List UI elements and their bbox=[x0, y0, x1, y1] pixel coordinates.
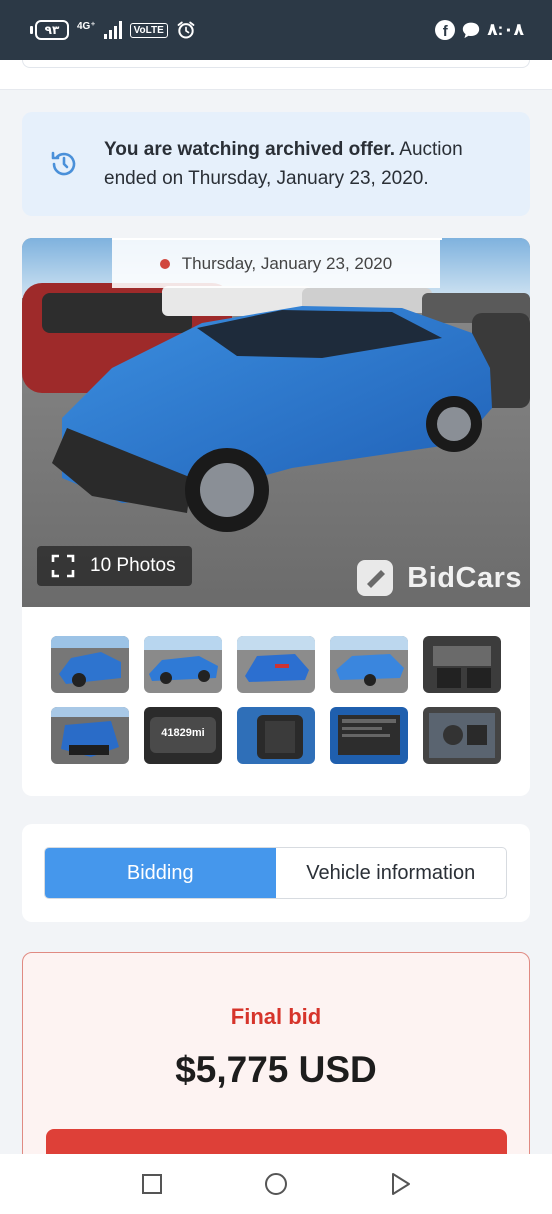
tab-vehicle-information[interactable]: Vehicle information bbox=[276, 848, 507, 898]
archived-offer-notice: You are watching archived offer. Auction… bbox=[22, 112, 530, 216]
back-triangle-icon[interactable] bbox=[387, 1171, 413, 1197]
thumbnail[interactable] bbox=[423, 636, 501, 693]
main-car-photo[interactable]: Thursday, January 23, 2020 10 Photos Bid… bbox=[22, 238, 530, 607]
thumbnail[interactable] bbox=[423, 707, 501, 764]
alarm-icon bbox=[177, 21, 195, 39]
photos-count-label: 10 Photos bbox=[90, 555, 176, 576]
battery-icon: ٩٣ bbox=[30, 20, 69, 40]
battery-level: ٩٣ bbox=[35, 20, 69, 40]
facebook-icon: f bbox=[435, 20, 456, 40]
thumbnail[interactable] bbox=[330, 707, 408, 764]
status-right: f ٨:٠٨ bbox=[435, 20, 524, 40]
thumbnail[interactable] bbox=[237, 636, 315, 693]
notice-text: You are watching archived offer. Auction… bbox=[104, 135, 510, 193]
thumbnail-odometer[interactable]: 41829mi bbox=[144, 707, 222, 764]
odometer-reading: 41829mi bbox=[161, 727, 205, 739]
fullscreen-icon bbox=[51, 554, 75, 578]
recents-square-icon[interactable] bbox=[139, 1171, 165, 1197]
bidcars-logo-icon bbox=[357, 560, 394, 596]
tab-switcher: Bidding Vehicle information bbox=[44, 847, 507, 899]
final-bid-value: $5,775 USD bbox=[175, 1049, 377, 1090]
bidcars-watermark: BidCars bbox=[355, 558, 522, 598]
clock: ٨:٠٨ bbox=[487, 20, 524, 39]
watermark-text: BidCars bbox=[407, 561, 522, 594]
thumbnail-grid: 41829mi bbox=[51, 636, 501, 764]
thumbnail[interactable] bbox=[330, 636, 408, 693]
thumbnail[interactable] bbox=[144, 636, 222, 693]
network-type: 4G⁺ bbox=[77, 21, 96, 32]
tab-bidding[interactable]: Bidding bbox=[45, 848, 276, 898]
photo-gallery-card: Thursday, January 23, 2020 10 Photos Bid… bbox=[22, 238, 530, 796]
history-icon bbox=[51, 151, 76, 176]
auction-date-pill: Thursday, January 23, 2020 bbox=[112, 240, 440, 288]
status-dot-icon bbox=[159, 259, 170, 269]
auction-date: Thursday, January 23, 2020 bbox=[181, 254, 393, 273]
tabs-card: Bidding Vehicle information bbox=[22, 824, 530, 922]
previous-section-remnant bbox=[0, 60, 552, 90]
view-photos-button[interactable]: 10 Photos bbox=[37, 546, 192, 586]
notice-bold: You are watching archived offer. bbox=[104, 139, 396, 160]
final-bid-label: Final bid bbox=[230, 1004, 322, 1029]
thumbnail[interactable] bbox=[51, 636, 129, 693]
status-bar: ٩٣ 4G⁺ VoLTE f ٨:٠٨ bbox=[0, 0, 552, 60]
volte-badge: VoLTE bbox=[129, 22, 168, 38]
chat-bubble-icon bbox=[463, 22, 480, 39]
home-circle-icon[interactable] bbox=[263, 1171, 289, 1197]
status-left: ٩٣ 4G⁺ VoLTE bbox=[30, 20, 196, 40]
thumbnail[interactable] bbox=[51, 707, 129, 764]
signal-icon bbox=[103, 21, 122, 39]
system-nav-bar bbox=[0, 1154, 552, 1214]
thumbnail[interactable] bbox=[237, 707, 315, 764]
